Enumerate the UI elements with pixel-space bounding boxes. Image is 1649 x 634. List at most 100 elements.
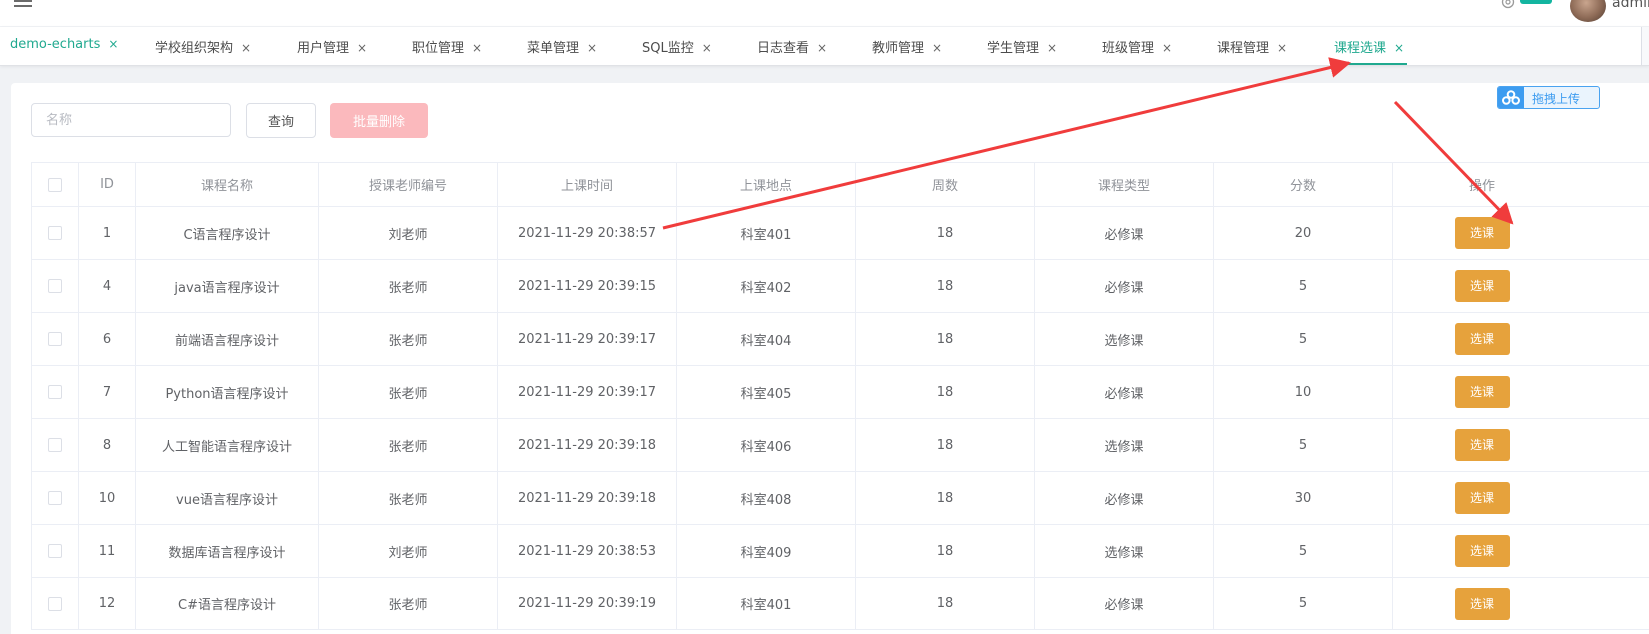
cell-time: 2021-11-29 20:39:19 — [497, 577, 677, 630]
tab-log-view[interactable]: 日志查看 × — [757, 37, 827, 57]
select-course-button[interactable]: 选课 — [1454, 429, 1510, 461]
search-input[interactable] — [31, 103, 231, 137]
batch-delete-button[interactable]: 批量删除 — [330, 103, 428, 138]
cell-course-type: 选修课 — [1034, 312, 1214, 366]
tab-label: SQL监控 — [642, 41, 694, 56]
cell-weeks: 18 — [855, 206, 1035, 260]
tags-view-bar: demo-echarts × 学校组织架构 × 用户管理 × 职位管理 × 菜单管理 × … — [0, 27, 1649, 66]
select-course-button[interactable]: 选课 — [1454, 217, 1510, 249]
row-checkbox[interactable] — [48, 596, 62, 611]
cell-score: 30 — [1213, 471, 1393, 525]
cell-weeks: 18 — [855, 418, 1035, 472]
column-header: 操作 — [1392, 162, 1649, 207]
row-checkbox[interactable] — [48, 544, 62, 558]
cell-course-name: C#语言程序设计 — [135, 577, 319, 630]
cell-course-name: 人工智能语言程序设计 — [135, 418, 319, 472]
select-course-button[interactable]: 选课 — [1454, 482, 1510, 514]
select-course-button[interactable]: 选课 — [1454, 323, 1510, 355]
select-course-button[interactable]: 选课 — [1454, 376, 1510, 408]
select-course-button[interactable]: 选课 — [1454, 270, 1510, 302]
cell-teacher: 刘老师 — [318, 206, 498, 260]
header-badge[interactable] — [1520, 0, 1552, 4]
upload-button[interactable]: 拖拽上传 — [1497, 86, 1600, 109]
cell-place: 科室401 — [676, 577, 856, 630]
tab-user-management[interactable]: 用户管理 × — [297, 37, 367, 57]
tab-label: 课程选课 — [1334, 41, 1387, 56]
top-header: admin — [0, 0, 1649, 26]
tab-demo-echarts[interactable]: demo-echarts × — [10, 37, 118, 57]
tab-label: 班级管理 — [1102, 41, 1155, 56]
tab-school-organization[interactable]: 学校组织架构 × — [155, 37, 251, 57]
tab-course-selection[interactable]: 课程选课 × — [1334, 37, 1404, 57]
tab-label: 学生管理 — [987, 41, 1040, 56]
close-icon[interactable]: × — [472, 41, 482, 55]
gear-icon[interactable] — [1500, 0, 1516, 10]
table-row: 1 C语言程序设计 刘老师 2021-11-29 20:38:57 科室401 … — [31, 206, 1649, 260]
close-icon[interactable]: × — [587, 41, 597, 55]
cell-time: 2021-11-29 20:39:18 — [497, 418, 677, 472]
cell-teacher: 张老师 — [318, 577, 498, 630]
cell-score: 20 — [1213, 206, 1393, 260]
row-checkbox[interactable] — [48, 385, 62, 399]
cell-course-name: vue语言程序设计 — [135, 471, 319, 525]
cell-course-type: 必修课 — [1034, 206, 1214, 260]
close-icon[interactable]: × — [702, 41, 712, 55]
row-select-cell — [31, 418, 79, 472]
row-checkbox[interactable] — [48, 226, 62, 240]
hamburger-icon[interactable] — [14, 0, 32, 10]
close-icon[interactable]: × — [1277, 41, 1287, 55]
column-header: 课程名称 — [135, 162, 319, 207]
close-icon[interactable]: × — [932, 41, 942, 55]
cell-weeks: 18 — [855, 365, 1035, 419]
cell-weeks: 18 — [855, 259, 1035, 313]
tab-label: 菜单管理 — [527, 41, 580, 56]
row-checkbox[interactable] — [48, 438, 62, 452]
tab-label: 课程管理 — [1217, 41, 1270, 56]
close-icon[interactable]: × — [817, 41, 827, 55]
tab-class-management[interactable]: 班级管理 × — [1102, 37, 1172, 57]
scrollbar-strip[interactable] — [1641, 27, 1649, 65]
cell-action: 选课 — [1392, 524, 1649, 578]
select-all-checkbox[interactable] — [48, 177, 62, 192]
select-course-button[interactable]: 选课 — [1454, 535, 1510, 567]
table-row: 11 数据库语言程序设计 刘老师 2021-11-29 20:38:53 科室4… — [31, 524, 1649, 578]
tab-label: 日志查看 — [757, 41, 810, 56]
cell-score: 5 — [1213, 312, 1393, 366]
select-course-button[interactable]: 选课 — [1454, 587, 1510, 620]
avatar[interactable] — [1570, 0, 1606, 22]
cell-course-type: 必修课 — [1034, 471, 1214, 525]
close-icon[interactable]: × — [241, 41, 251, 55]
cell-place: 科室409 — [676, 524, 856, 578]
column-header: 上课时间 — [497, 162, 677, 207]
close-icon[interactable]: × — [357, 41, 367, 55]
tab-teacher-management[interactable]: 教师管理 × — [872, 37, 942, 57]
column-header: 周数 — [855, 162, 1035, 207]
tab-student-management[interactable]: 学生管理 × — [987, 37, 1057, 57]
close-icon[interactable]: × — [108, 37, 118, 51]
row-checkbox[interactable] — [48, 332, 62, 346]
close-icon[interactable]: × — [1394, 41, 1404, 55]
row-select-cell — [31, 312, 79, 366]
row-checkbox[interactable] — [48, 491, 62, 505]
cell-place: 科室402 — [676, 259, 856, 313]
query-button[interactable]: 查询 — [246, 103, 316, 138]
tab-sql-monitor[interactable]: SQL监控 × — [642, 37, 712, 57]
cell-course-name: Python语言程序设计 — [135, 365, 319, 419]
tab-label: 学校组织架构 — [155, 41, 234, 56]
tab-menu-management[interactable]: 菜单管理 × — [527, 37, 597, 57]
cell-score: 5 — [1213, 259, 1393, 313]
cell-id: 10 — [78, 471, 136, 525]
cell-place: 科室406 — [676, 418, 856, 472]
cell-place: 科室405 — [676, 365, 856, 419]
cell-course-name: C语言程序设计 — [135, 206, 319, 260]
user-name[interactable]: admin — [1612, 0, 1649, 11]
close-icon[interactable]: × — [1047, 41, 1057, 55]
tab-position-management[interactable]: 职位管理 × — [412, 37, 482, 57]
cell-course-name: 前端语言程序设计 — [135, 312, 319, 366]
column-header: 分数 — [1213, 162, 1393, 207]
tab-course-management[interactable]: 课程管理 × — [1217, 37, 1287, 57]
close-icon[interactable]: × — [1162, 41, 1172, 55]
row-checkbox[interactable] — [48, 279, 62, 293]
cell-teacher: 张老师 — [318, 259, 498, 313]
active-tab-indicator — [1334, 63, 1407, 65]
